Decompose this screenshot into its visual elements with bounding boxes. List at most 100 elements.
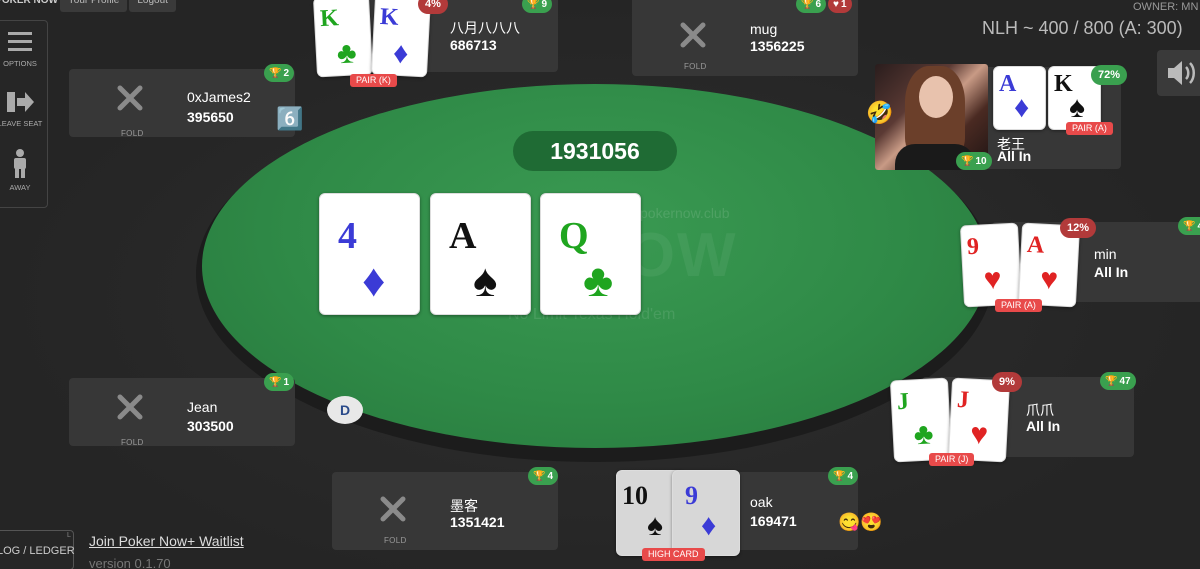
player-stack: All In <box>1094 264 1129 280</box>
equity-percent: 9% <box>992 372 1022 392</box>
card-rank: K <box>319 5 340 33</box>
felt-site-watermark: pokernow.club <box>640 205 730 221</box>
spade-suit-icon: ♠ <box>647 509 663 542</box>
hole-card-2: 9 ♦ <box>672 470 740 556</box>
away-button[interactable]: AWAY <box>0 149 47 201</box>
away-person-icon <box>14 149 26 178</box>
blinds-info: NLH ~ 400 / 800 (A: 300) <box>982 18 1183 38</box>
seat-0xjames2[interactable]: FOLD 0xJames2 395650 <box>69 69 295 138</box>
trophy-icon: 🏆 <box>961 155 974 167</box>
left-menu: OPTIONS LEAVE SEAT AWAY <box>0 20 48 208</box>
trophy-icon: 🏆 <box>1183 220 1196 232</box>
logout-link[interactable]: Logout <box>129 0 176 12</box>
heart-suit-icon: ♥ <box>982 262 1003 297</box>
trophy-icon: 🏆 <box>269 376 282 388</box>
player-stack: 169471 <box>750 513 797 529</box>
fold-label: FOLD <box>121 129 144 138</box>
log-ledger-label: LOG / LEDGER <box>0 545 75 557</box>
trophy-badge: 🏆4 <box>528 467 559 485</box>
leave-seat-label: LEAVE SEAT <box>0 119 43 128</box>
card-rank: 4 <box>338 215 357 257</box>
hamburger-icon <box>8 32 32 51</box>
equity-percent: 4% <box>418 0 448 14</box>
spade-suit-icon: ♠ <box>473 255 498 306</box>
equity-percent: 12% <box>1060 218 1097 238</box>
hand-strength-label: PAIR (K) <box>350 74 397 87</box>
trophy-badge: 🏆 6 <box>796 0 827 13</box>
seat-mug[interactable]: FOLD mug 1356225 <box>632 0 858 76</box>
your-profile-link[interactable]: Your Profile <box>60 0 128 12</box>
board-card-3: Q ♣ <box>540 193 641 315</box>
equity-percent: 72% <box>1091 65 1128 85</box>
hole-card-1: J ♣ <box>889 377 953 463</box>
card-rank: J <box>896 388 910 416</box>
player-name: 八月八八八 <box>450 20 520 36</box>
fold-label: FOLD <box>684 62 707 71</box>
club-suit-icon: ♣ <box>912 417 935 452</box>
hand-strength-label: PAIR (A) <box>1066 122 1113 135</box>
sound-toggle-button[interactable] <box>1157 50 1200 96</box>
fold-label: FOLD <box>121 438 144 447</box>
trophy-badge: 🏆4 <box>828 467 859 485</box>
owner-label: OWNER: MN <box>1133 1 1199 13</box>
fold-x-icon <box>117 394 143 420</box>
away-label: AWAY <box>9 183 31 192</box>
player-stack: 1351421 <box>450 514 505 530</box>
card-rank: J <box>956 386 970 414</box>
trophy-badge: 🏆 10 <box>956 152 992 170</box>
seat-jean[interactable]: FOLD Jean 303500 <box>69 378 295 447</box>
trophy-badge: 🏆 47 <box>1100 372 1136 390</box>
diamond-suit-icon: ♦ <box>1014 91 1030 124</box>
hole-card-1: A ♦ <box>993 66 1046 130</box>
player-name: 墨客 <box>450 498 478 514</box>
player-stack: 303500 <box>187 418 234 434</box>
card-rank: K <box>379 3 400 31</box>
trophy-badge: 🏆 9 <box>522 0 553 13</box>
dealer-button: D <box>327 396 363 424</box>
heart-icon: ♥ <box>833 0 839 10</box>
card-rank: 10 <box>622 481 648 510</box>
player-stack: All In <box>997 148 1032 164</box>
trophy-badge: 🏆 1 <box>264 373 295 391</box>
club-suit-icon: ♣ <box>336 36 358 71</box>
player-name: Jean <box>187 399 218 415</box>
player-name: 爪爪 <box>1026 402 1054 418</box>
version-text: version 0.1.70 <box>89 556 171 569</box>
pot-total: 1931056 <box>513 131 677 171</box>
card-rank: A <box>1026 231 1046 259</box>
reaction-emoji: 😋😍 <box>838 512 883 532</box>
join-waitlist-link[interactable]: Join Poker Now+ Waitlist <box>89 533 244 549</box>
hole-card-1: 9 ♥ <box>959 222 1023 308</box>
leave-seat-icon <box>7 92 34 112</box>
seat-moke[interactable]: FOLD 墨客 1351421 <box>332 472 558 550</box>
board-card-2: A ♠ <box>430 193 531 315</box>
board-card-1: 4 ♦ <box>319 193 420 315</box>
leave-seat-button[interactable]: LEAVE SEAT <box>0 89 47 141</box>
trophy-icon: 🏆 <box>533 470 546 482</box>
diamond-suit-icon: ♦ <box>362 255 386 306</box>
fold-x-icon <box>680 22 706 48</box>
club-suit-icon: ♣ <box>583 255 614 306</box>
player-name: mug <box>750 21 778 37</box>
trophy-icon: 🏆 <box>833 470 846 482</box>
hole-card-1: K ♣ <box>312 0 374 78</box>
fold-label: FOLD <box>384 536 407 545</box>
heart-suit-icon: ♥ <box>969 417 989 452</box>
card-rank: Q <box>559 215 589 257</box>
hand-strength-label: PAIR (J) <box>929 453 975 466</box>
diamond-suit-icon: ♦ <box>701 509 717 542</box>
trophy-badge: 🏆4 <box>1178 217 1200 235</box>
options-label: OPTIONS <box>3 59 37 68</box>
log-ledger-button[interactable]: LOG / LEDGER L <box>0 530 75 569</box>
rofl-emoji: 🤣 <box>866 100 894 125</box>
player-name: 0xJames2 <box>187 89 251 105</box>
diamond-suit-icon: ♦ <box>392 36 410 71</box>
poker-table-screen: POKER NOW Your Profile Logout OPTIONS LE… <box>0 0 1200 569</box>
options-button[interactable]: OPTIONS <box>0 29 47 81</box>
fold-x-icon <box>380 496 406 522</box>
trophy-icon: 🏆 <box>269 67 282 79</box>
trophy-icon: 🏆 <box>801 0 814 10</box>
fold-x-icon <box>117 85 143 111</box>
player-name: min <box>1094 246 1117 262</box>
keycap-six-emoji: 6️⃣ <box>276 106 304 131</box>
